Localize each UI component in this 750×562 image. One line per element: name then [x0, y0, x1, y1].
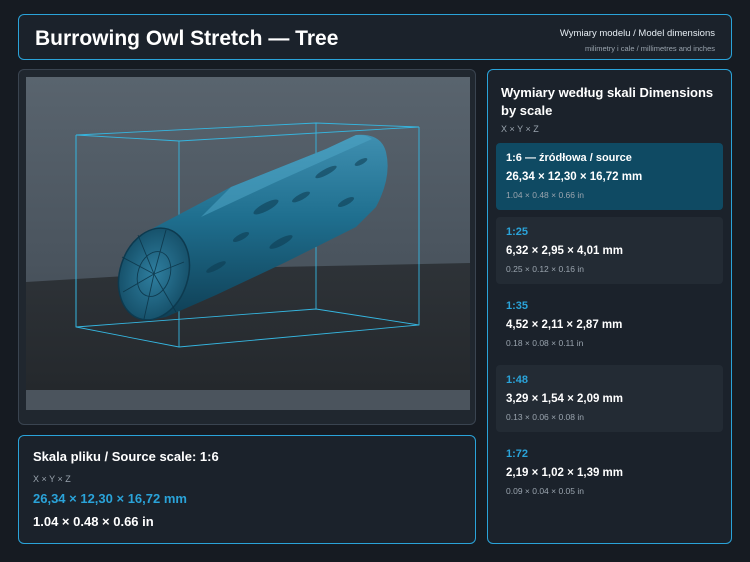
scale-label: 1:48 — [506, 374, 529, 386]
scale-item-1-25[interactable]: 1:25 6,32 × 2,95 × 4,01 mm 0.25 × 0.12 ×… — [496, 217, 723, 284]
scale-dimensions-inches: 0.09 × 0.04 × 0.05 in — [506, 486, 584, 496]
axes-label: X × Y × Z — [33, 474, 71, 484]
units-note: milimetry i cale / millimetres and inche… — [584, 44, 715, 53]
source-scale-panel: Skala pliku / Source scale: 1:6 X × Y × … — [18, 435, 476, 544]
header-subtitle: Wymiary modelu / Model dimensions — [559, 28, 715, 39]
scale-item-1-6[interactable]: 1:6 — źródłowa / source 26,34 × 12,30 × … — [496, 143, 723, 210]
axes-label: X × Y × Z — [501, 124, 539, 134]
scale-label: 1:35 — [506, 300, 529, 312]
scale-dimensions-inches: 0.25 × 0.12 × 0.16 in — [506, 264, 584, 274]
scales-panel-title: Wymiary według skali Dimensions by scale — [501, 85, 714, 118]
scale-dimensions-inches: 0.13 × 0.06 × 0.08 in — [506, 412, 584, 422]
scale-dimensions-mm: 6,32 × 2,95 × 4,01 mm — [506, 245, 624, 257]
scale-dimensions-inches: 1.04 × 0.48 × 0.66 in — [506, 190, 584, 200]
scale-item-1-35[interactable]: 1:35 4,52 × 2,11 × 2,87 mm 0.18 × 0.08 ×… — [496, 291, 723, 358]
model-viewer[interactable] — [18, 69, 476, 425]
viewport-canvas[interactable] — [26, 77, 470, 410]
scales-panel: Wymiary według skali Dimensions by scale… — [487, 69, 732, 544]
scale-label: 1:6 — źródłowa / source — [506, 152, 632, 164]
scale-dimensions-inches: 0.18 × 0.08 × 0.11 in — [506, 338, 584, 348]
scale-dimensions-mm: 26,34 × 12,30 × 16,72 mm — [506, 171, 643, 183]
source-scale-title: Skala pliku / Source scale: 1:6 — [33, 449, 219, 464]
scale-label: 1:72 — [506, 448, 529, 460]
viewport-bottom-strip — [26, 390, 470, 410]
scale-label: 1:25 — [506, 226, 529, 238]
header: Burrowing Owl Stretch — Tree Wymiary mod… — [18, 14, 732, 60]
source-dimensions-mm: 26,34 × 12,30 × 16,72 mm — [33, 491, 187, 506]
scale-item-1-48[interactable]: 1:48 3,29 × 1,54 × 2,09 mm 0.13 × 0.06 ×… — [496, 365, 723, 432]
page-title: Burrowing Owl Stretch — Tree — [35, 27, 339, 50]
scale-dimensions-mm: 4,52 × 2,11 × 2,87 mm — [506, 319, 623, 331]
scale-item-1-72[interactable]: 1:72 2,19 × 1,02 × 1,39 mm 0.09 × 0.04 ×… — [496, 439, 723, 506]
scale-dimensions-mm: 3,29 × 1,54 × 2,09 mm — [506, 393, 624, 405]
source-dimensions-inches: 1.04 × 0.48 × 0.66 in — [33, 514, 154, 529]
scale-dimensions-mm: 2,19 × 1,02 × 1,39 mm — [506, 467, 624, 479]
